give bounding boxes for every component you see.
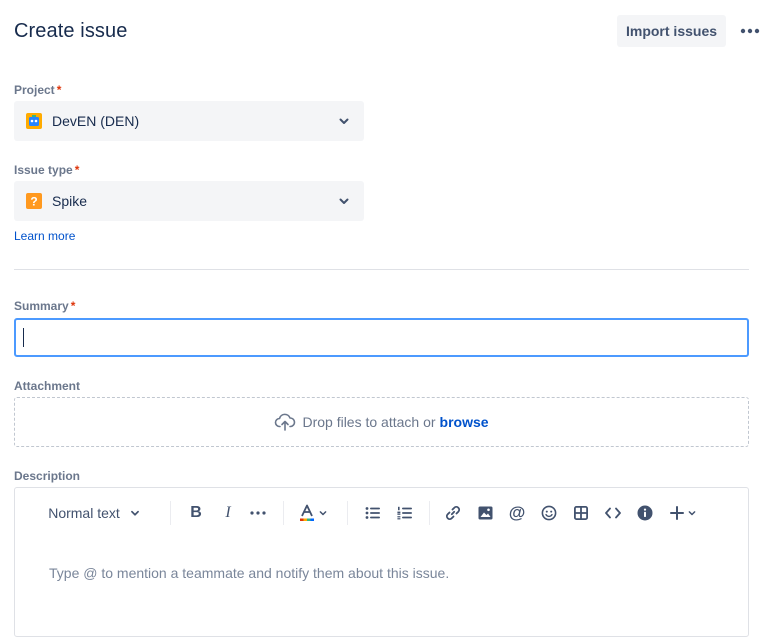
section-divider [14,269,749,270]
chevron-down-icon [339,118,349,124]
description-placeholder: Type @ to mention a teammate and notify … [49,565,450,581]
description-label: Description [14,469,81,483]
code-button[interactable] [601,501,625,525]
project-label-text: Project [14,83,55,97]
chevron-down-icon [319,511,327,516]
more-icon [740,28,760,34]
spike-icon: ? [26,193,42,209]
browse-link[interactable]: browse [440,414,489,430]
emoji-icon [541,505,557,521]
chevron-down-icon [688,511,696,516]
more-formatting-button[interactable] [246,501,270,525]
required-marker: * [70,299,76,313]
project-select[interactable]: DevEN (DEN) [14,101,364,141]
link-icon [445,505,461,521]
image-button[interactable] [473,501,497,525]
description-editor[interactable]: Normal text B I @ Type @ to mention a te… [14,487,749,637]
project-label: Project * [14,83,61,97]
issue-type-value: Spike [52,193,88,209]
numbered-list-icon [397,506,412,520]
drop-files-text: Drop files to attach or [302,414,436,430]
toolbar-divider [429,501,430,525]
image-icon [478,506,492,520]
text-color-button[interactable] [297,501,331,525]
chevron-down-icon [339,198,349,204]
chevron-down-icon [130,510,139,516]
emoji-button[interactable] [537,501,561,525]
summary-input[interactable] [14,318,749,357]
table-button[interactable] [569,501,593,525]
issue-type-label: Issue type * [14,163,79,177]
editor-toolbar: Normal text B I @ [15,488,748,538]
more-actions-button[interactable] [736,20,764,42]
summary-label-text: Summary [14,299,69,313]
bold-icon: B [190,504,202,521]
issue-type-label-text: Issue type [14,163,73,177]
svg-text:?: ? [30,195,37,209]
attachment-dropzone[interactable]: Drop files to attach or browse [14,397,749,447]
table-icon [574,506,588,520]
code-icon [605,507,621,519]
text-color-icon [300,504,314,521]
bold-button[interactable]: B [184,501,208,525]
bullet-list-icon [365,507,380,519]
text-style-label: Normal text [48,505,120,521]
text-style-dropdown[interactable]: Normal text [45,501,145,525]
bullet-list-button[interactable] [361,501,385,525]
toolbar-divider [283,501,284,525]
summary-label: Summary * [14,299,75,313]
link-button[interactable] [441,501,465,525]
mention-button[interactable]: @ [505,501,529,525]
project-value: DevEN (DEN) [52,113,140,129]
required-marker: * [56,83,62,97]
project-avatar-icon [26,113,42,129]
more-formatting-icon [250,511,266,515]
page-title: Create issue [14,20,128,42]
issue-type-select[interactable]: ? Spike [14,181,364,221]
toolbar-divider [170,501,171,525]
insert-button[interactable] [667,501,701,525]
mention-icon: @ [508,503,526,522]
italic-icon: I [225,504,231,521]
learn-more-link[interactable]: Learn more [14,229,75,243]
cloud-upload-icon [274,412,296,432]
info-panel-button[interactable] [633,501,657,525]
attachment-label: Attachment [14,379,81,393]
text-caret [23,328,24,347]
numbered-list-button[interactable] [393,501,417,525]
italic-button[interactable]: I [216,501,240,525]
toolbar-divider [347,501,348,525]
insert-icon [670,506,684,520]
required-marker: * [74,163,80,177]
import-issues-button[interactable]: Import issues [617,15,726,47]
info-icon [637,505,653,521]
